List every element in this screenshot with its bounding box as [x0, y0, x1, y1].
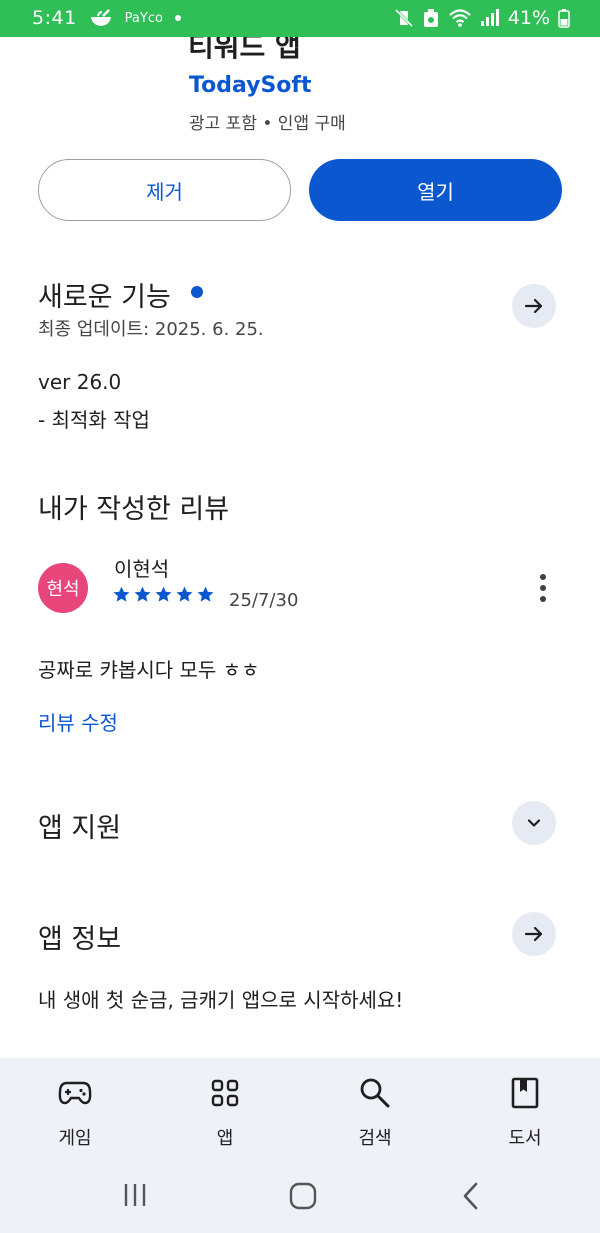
remove-button[interactable]: 제거: [38, 159, 291, 221]
status-bar: 5:41 PaYco 41%: [0, 0, 600, 37]
search-icon: [360, 1078, 390, 1108]
battery-icon: [558, 8, 570, 28]
payco-notification-icon: PaYco: [124, 10, 163, 26]
nav-label-search: 검색: [358, 1128, 392, 1149]
edit-review-link[interactable]: 리뷰 수정: [38, 707, 118, 736]
whats-new-title[interactable]: 새로운 기능: [38, 275, 171, 314]
nav-label-apps: 앱: [216, 1128, 234, 1149]
app-support-expand-button[interactable]: [512, 801, 556, 845]
wifi-icon: [448, 8, 472, 28]
update-notes: - 최적화 작업: [38, 408, 150, 432]
app-support-title[interactable]: 앱 지원: [38, 806, 121, 845]
app-description: 내 생애 첫 순금, 금캐기 앱으로 시작하세요!: [38, 988, 404, 1012]
more-options-icon[interactable]: [530, 572, 556, 604]
signal-icon: [480, 9, 500, 27]
star-icon: [197, 586, 214, 602]
battery-percent: 41%: [507, 7, 550, 29]
home-button[interactable]: [289, 1182, 317, 1214]
review-date: 25/7/30: [229, 590, 299, 611]
nav-item-apps[interactable]: 앱: [175, 1076, 275, 1150]
app-meta: 광고 포함 • 인앱 구매: [189, 114, 346, 134]
app-info-arrow-button[interactable]: [512, 912, 556, 956]
star-rating: [112, 585, 215, 604]
star-icon: [155, 586, 172, 602]
star-icon: [176, 586, 193, 602]
last-updated: 최종 업데이트: 2025. 6. 25.: [38, 319, 264, 340]
whats-new-arrow-button[interactable]: [512, 284, 556, 328]
version-text: ver 26.0: [38, 370, 122, 394]
mute-icon: [394, 8, 414, 28]
app-title-container: 티워드 앱: [188, 37, 488, 59]
bowl-notification-icon: [89, 8, 113, 28]
back-button[interactable]: [460, 1182, 482, 1214]
recycle-icon: [422, 8, 440, 28]
book-icon: [511, 1077, 539, 1109]
system-navigation-bar: [0, 1160, 600, 1233]
back-icon: [463, 1182, 478, 1210]
recent-apps-button[interactable]: [122, 1182, 148, 1212]
gamepad-icon: [58, 1081, 92, 1105]
more-notifications-dot: [174, 15, 181, 21]
nav-item-books[interactable]: 도서: [475, 1076, 575, 1150]
my-review-title: 내가 작성한 리뷰: [38, 494, 230, 525]
home-icon: [289, 1182, 317, 1210]
recent-apps-icon: [124, 1184, 146, 1206]
app-info-title[interactable]: 앱 정보: [38, 917, 121, 956]
app-title: 티워드 앱: [188, 37, 301, 59]
nav-label-books: 도서: [508, 1128, 542, 1149]
reviewer-name: 이현석: [114, 557, 170, 581]
arrow-right-icon: [524, 926, 543, 942]
apps-grid-icon: [211, 1079, 239, 1107]
open-button[interactable]: 열기: [309, 159, 562, 221]
nav-label-games: 게임: [58, 1128, 92, 1149]
chevron-down-icon: [527, 819, 541, 827]
arrow-right-icon: [524, 298, 543, 314]
review-text: 공짜로 캬봅시다 모두 ㅎㅎ: [38, 658, 260, 682]
status-time: 5:41: [32, 7, 77, 29]
developer-link[interactable]: TodaySoft: [189, 73, 312, 98]
nav-item-search[interactable]: 검색: [325, 1076, 425, 1150]
star-icon: [134, 586, 151, 602]
nav-item-games[interactable]: 게임: [25, 1076, 125, 1150]
avatar: 현석: [38, 563, 88, 613]
new-indicator-dot: [191, 286, 203, 298]
star-icon: [113, 586, 130, 602]
